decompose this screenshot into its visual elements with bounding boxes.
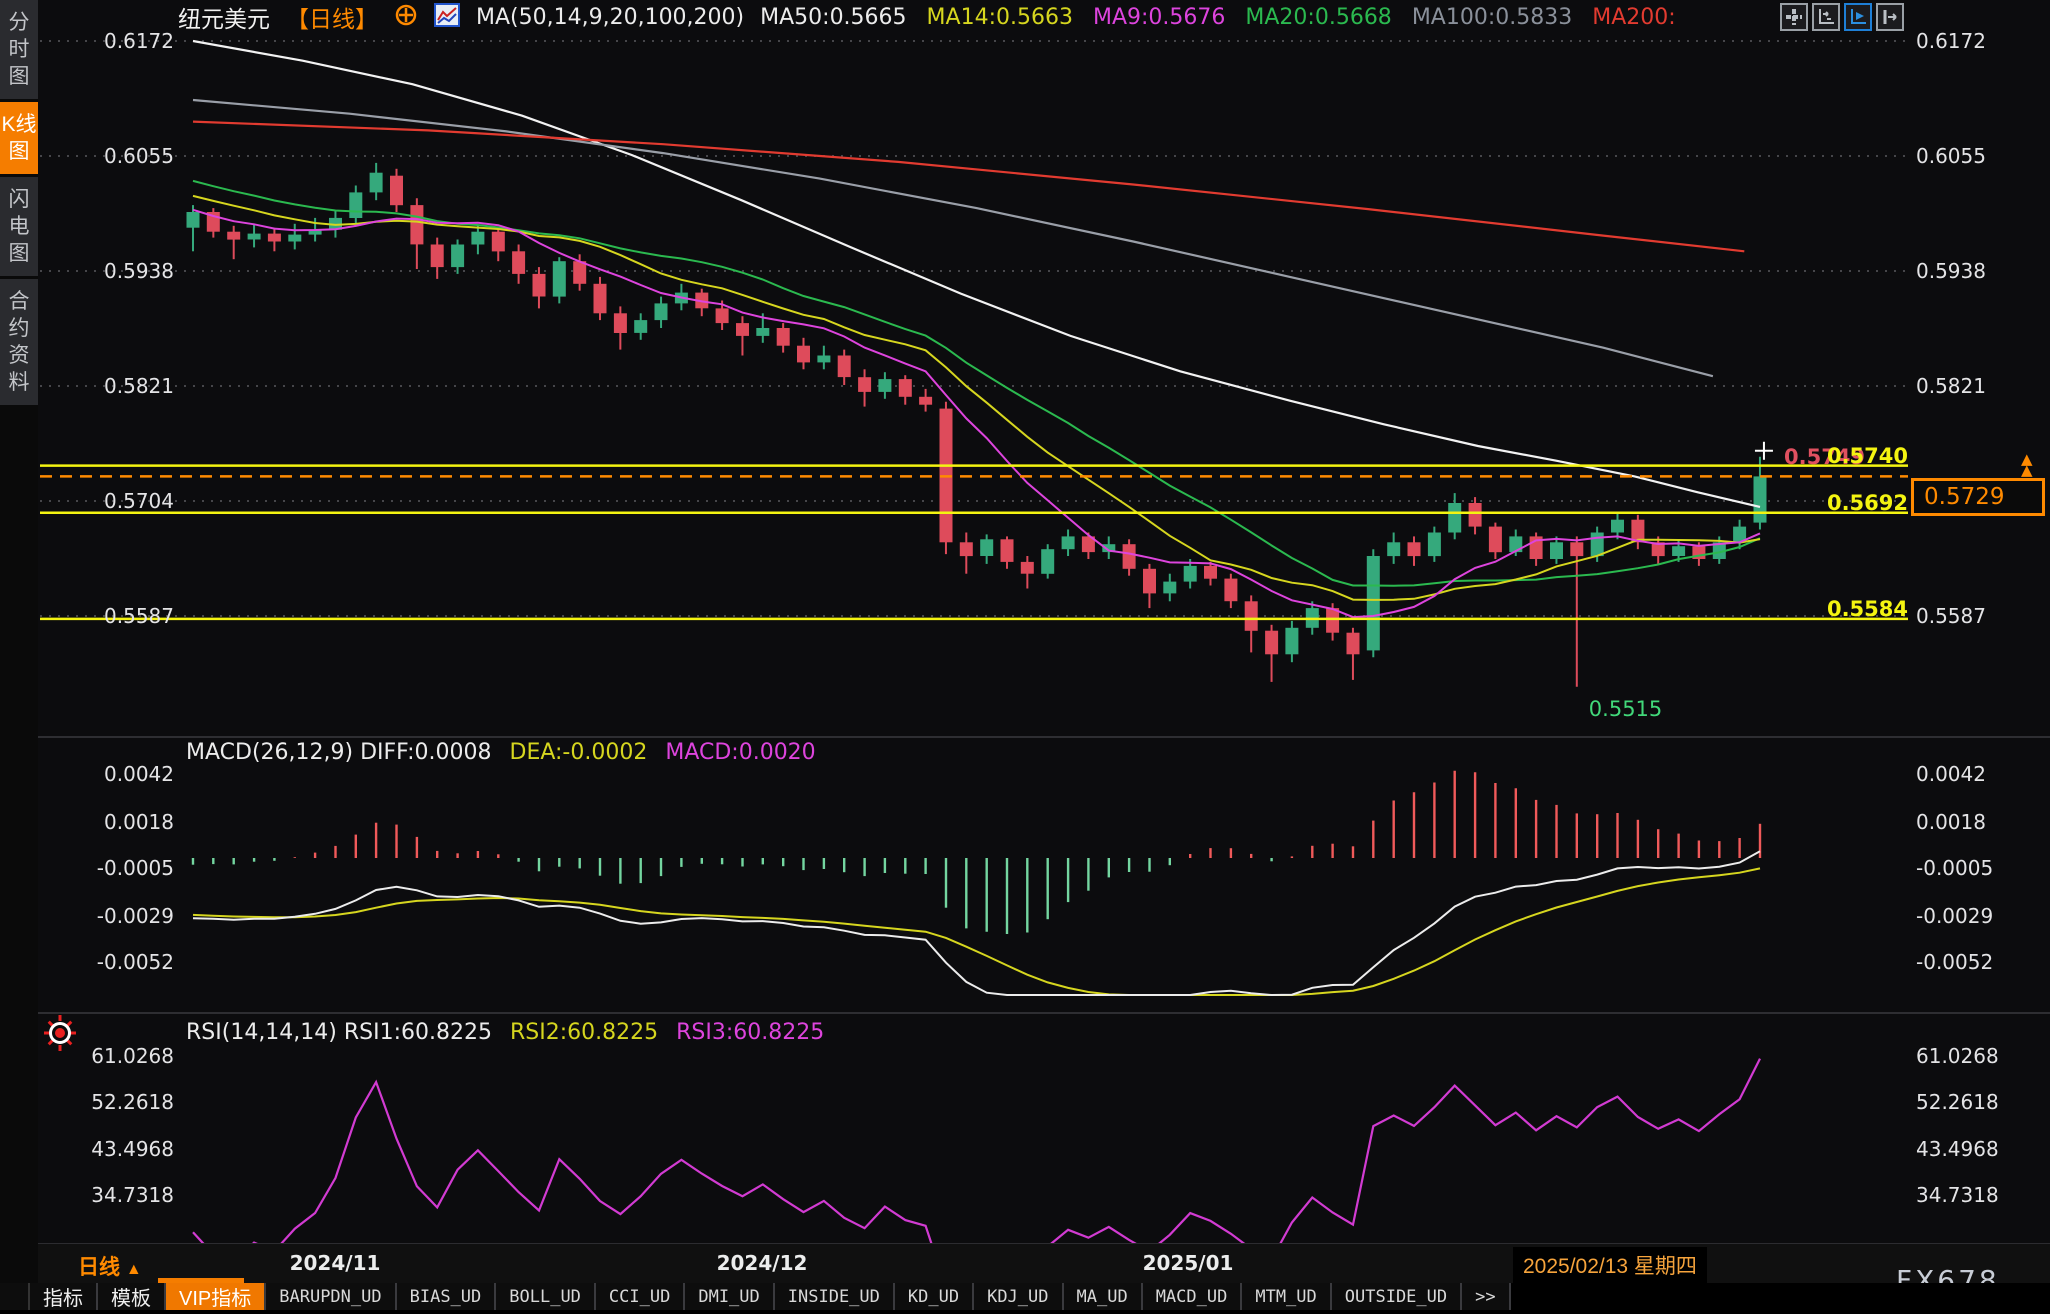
macd-axis-left-0: 0.0042 <box>38 762 174 786</box>
period-selector[interactable]: 日线 ▲ <box>78 1251 142 1281</box>
macd-axis-right-4: -0.0052 <box>1916 950 1993 974</box>
ma-values: MA50:0.5665 MA14:0.5663 MA9:0.5676 MA20:0.5… <box>760 5 1676 30</box>
tab-inside_ud[interactable]: INSIDE_UD <box>775 1283 895 1310</box>
rsi-axis-left-3: 34.7318 <box>38 1183 174 1207</box>
macd-axis-right-3: -0.0029 <box>1916 904 1993 928</box>
tab-ma_ud[interactable]: MA_UD <box>1064 1283 1143 1310</box>
shift-bar-icon[interactable] <box>1876 3 1904 31</box>
macd-header-part-0: MACD(26,12,9) DIFF:0.0008 <box>186 740 492 765</box>
trading-app-window: 分时图K线图闪电图合约资料 纽元美元 【日线】 MA(50,14,9,20,10… <box>0 0 2050 1314</box>
tab-strip-stub <box>0 1283 30 1310</box>
ma-value-label-5: MA200: <box>1592 5 1675 30</box>
tab-kdj_ud[interactable]: KDJ_UD <box>974 1283 1063 1310</box>
tab->>[interactable]: >> <box>1462 1283 1510 1310</box>
indicator-image-icon[interactable] <box>434 3 460 31</box>
main-axis-left-2: 0.5938 <box>38 259 174 283</box>
date-tick-1: 2024/12 <box>717 1251 808 1275</box>
crosshair-toggle-icon[interactable] <box>394 3 418 31</box>
main-axis-right-2: 0.5938 <box>1916 259 1986 283</box>
chart-header: 纽元美元 【日线】 MA(50,14,9,20,100,200) MA50:0.… <box>178 2 1676 32</box>
rsi-header-part-1: RSI2:60.8225 <box>510 1020 658 1045</box>
hline-price-label-2: 0.5584 <box>1786 597 1908 621</box>
macd-axis-right-2: -0.0005 <box>1916 856 1993 880</box>
tab-vip[interactable]: VIP指标 <box>166 1283 266 1310</box>
tab-dmi_ud[interactable]: DMI_UD <box>685 1283 774 1310</box>
main-axis-right-4: 0.5587 <box>1916 604 1986 628</box>
macd-header-part-1: DEA:-0.0002 <box>510 740 648 765</box>
period-tag: 【日线】 <box>286 0 378 34</box>
main-axis-left-5: 0.5587 <box>38 604 174 628</box>
grid-plus-icon[interactable] <box>1780 3 1808 31</box>
axis-scale-icon[interactable] <box>1812 3 1840 31</box>
tab-cci_ud[interactable]: CCI_UD <box>596 1283 685 1310</box>
main-axis-left-1: 0.6055 <box>38 144 174 168</box>
hline-price-label-0: 0.5740 <box>1786 444 1908 468</box>
macd-header: MACD(26,12,9) DIFF:0.0008 DEA:-0.0002 MACD… <box>186 740 816 765</box>
sidebar-item-1[interactable]: K线图 <box>0 102 38 174</box>
ma-value-label-3: MA20:0.5668 <box>1245 5 1391 30</box>
date-tick-0: 2024/11 <box>290 1251 381 1275</box>
tab-macd_ud[interactable]: MACD_UD <box>1143 1283 1243 1310</box>
ma-settings-label: MA(50,14,9,20,100,200) <box>476 5 744 30</box>
macd-axis-right-1: 0.0018 <box>1916 810 1986 834</box>
tab-mtm_ud[interactable]: MTM_UD <box>1242 1283 1331 1310</box>
main-axis-left-0: 0.6172 <box>38 29 174 53</box>
tab-0[interactable]: 指标 <box>30 1283 98 1310</box>
macd-axis-left-4: -0.0052 <box>38 950 174 974</box>
rsi-axis-left-2: 43.4968 <box>38 1137 174 1161</box>
sidebar-item-0[interactable]: 分时图 <box>0 0 38 99</box>
axis-play-icon[interactable] <box>1844 3 1872 31</box>
macd-header-part-2: MACD:0.0020 <box>665 740 815 765</box>
hline-price-label-1: 0.5692 <box>1786 491 1908 515</box>
ma-value-label-4: MA100:0.5833 <box>1412 5 1572 30</box>
alert-burst-icon[interactable] <box>42 1014 78 1056</box>
tab-kd_ud[interactable]: KD_UD <box>895 1283 974 1310</box>
macd-axis-left-3: -0.0029 <box>38 904 174 928</box>
symbol-title: 纽元美元 <box>178 0 270 34</box>
cursor-date-box: 2025/02/13 星期四 <box>1513 1247 1707 1283</box>
time-axis-row: 日线 ▲ 2025/02/13 星期四 2024/11 2024/12 2025/0… <box>38 1243 2050 1284</box>
date-tick-2: 2025/01 <box>1143 1251 1234 1275</box>
sidebar-item-2[interactable]: 闪电图 <box>0 177 38 276</box>
tab-1[interactable]: 模板 <box>98 1283 166 1310</box>
session-low-label: 0.5515 <box>1589 697 1662 721</box>
main-axis-right-0: 0.6172 <box>1916 29 1986 53</box>
rsi-header: RSI(14,14,14) RSI1:60.8225 RSI2:60.8225 RS… <box>186 1020 824 1045</box>
tab-barupdn_ud[interactable]: BARUPDN_UD <box>266 1283 396 1310</box>
rsi-header-part-2: RSI3:60.8225 <box>676 1020 824 1045</box>
sidebar: 分时图K线图闪电图合约资料 <box>0 0 38 1314</box>
main-axis-right-1: 0.6055 <box>1916 144 1986 168</box>
rsi-axis-right-1: 52.2618 <box>1916 1090 1999 1114</box>
period-selector-label: 日线 <box>78 1256 120 1279</box>
rsi-axis-right-0: 61.0268 <box>1916 1044 1999 1068</box>
macd-axis-right-0: 0.0042 <box>1916 762 1986 786</box>
macd-axis-left-2: -0.0005 <box>38 856 174 880</box>
current-price-box: 0.5729 <box>1911 478 2045 516</box>
ma-value-label-1: MA14:0.5663 <box>927 5 1073 30</box>
price-up-arrow-icon: ▲▲ <box>2021 454 2033 476</box>
tab-outside_ud[interactable]: OUTSIDE_UD <box>1332 1283 1462 1310</box>
tab-bias_ud[interactable]: BIAS_UD <box>397 1283 497 1310</box>
main-axis-left-4: 0.5704 <box>38 489 174 513</box>
indicator-tab-bar: 指标模板VIP指标BARUPDN_UDBIAS_UDBOLL_UDCCI_UDD… <box>0 1283 2050 1314</box>
chart-canvas[interactable] <box>0 0 2050 1314</box>
tab-boll_ud[interactable]: BOLL_UD <box>496 1283 596 1310</box>
rsi-axis-right-3: 34.7318 <box>1916 1183 1999 1207</box>
macd-axis-left-1: 0.0018 <box>38 810 174 834</box>
chevron-up-icon: ▲ <box>126 1261 142 1278</box>
main-axis-left-3: 0.5821 <box>38 374 174 398</box>
ma-value-label-0: MA50:0.5665 <box>760 5 906 30</box>
rsi-axis-right-2: 43.4968 <box>1916 1137 1999 1161</box>
rsi-header-part-0: RSI(14,14,14) RSI1:60.8225 <box>186 1020 492 1045</box>
ma-value-label-2: MA9:0.5676 <box>1093 5 1225 30</box>
rsi-axis-left-1: 52.2618 <box>38 1090 174 1114</box>
chart-toolbar <box>1780 3 1904 31</box>
main-axis-right-3: 0.5821 <box>1916 374 1986 398</box>
sidebar-item-3[interactable]: 合约资料 <box>0 279 38 405</box>
